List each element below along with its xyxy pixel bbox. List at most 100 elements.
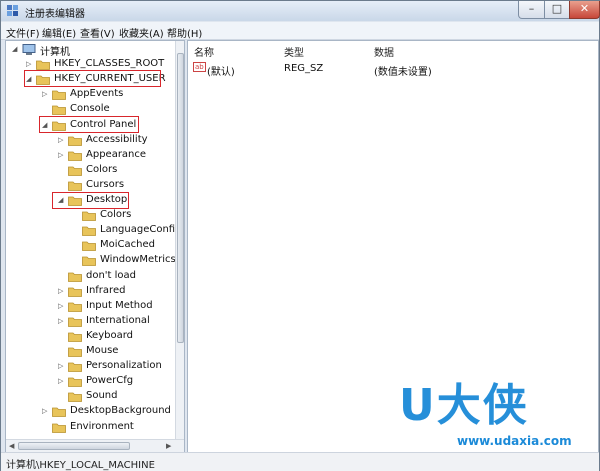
menu-help[interactable]: 帮助(H) [167,25,202,40]
values-list[interactable]: 名称 类型 数据 ab (默认) REG_SZ (数值未设置) [187,40,599,453]
tree-item-desktopbackground[interactable]: ▷ DesktopBackground [42,404,171,419]
tree-item-appearance[interactable]: ▷ Appearance [58,148,171,163]
folder-icon [82,241,96,252]
tree-item-label: Sound [86,390,118,402]
menu-edit[interactable]: 编辑(E) [42,25,76,40]
tree-item-label: WindowMetrics [100,254,176,266]
expand-arrow-icon[interactable]: ▷ [58,287,66,296]
scroll-right-icon[interactable]: ▶ [166,442,171,450]
registry-tree[interactable]: ◢ 计算机 ▷ HKEY_CLASSES_ROOT ◢ HKEY_CURRENT_USER… [5,40,185,453]
tree-item-moicached[interactable]: MoiCached [72,238,171,253]
tree-vertical-scroll-thumb[interactable] [177,53,184,343]
tree-item-label: Accessibility [86,133,148,145]
folder-icon [68,181,82,191]
expand-arrow-icon[interactable]: ▷ [58,377,66,386]
tree-item-label: Input Method [86,299,153,311]
expand-arrow-icon[interactable]: ▷ [26,60,34,69]
tree-item-accessibility[interactable]: ▷ Accessibility [58,133,171,148]
tree-item-windowmetrics[interactable]: WindowMetrics [72,253,176,268]
column-header-type[interactable]: 类型 [284,44,304,59]
folder-icon [52,423,66,433]
folder-icon [68,362,82,372]
folder-icon [68,166,82,176]
no-arrow [42,105,50,114]
folder-icon [68,377,82,388]
tree-item-label: Keyboard [86,329,134,341]
tree-item-label: 计算机 [40,47,70,58]
registry-editor-icon [7,5,18,16]
tree-item-input-method[interactable]: ▷ Input Method [58,299,171,314]
expand-arrow-icon[interactable]: ▷ [58,136,66,145]
tree-item-languageconfig[interactable]: LanguageConfig [72,223,181,238]
highlight-desktop [52,192,129,209]
column-header-name[interactable]: 名称 [194,44,214,59]
minimize-button[interactable]: – [518,1,545,19]
tree-item-cursors[interactable]: Cursors [58,178,171,193]
expand-arrow-icon[interactable]: ▷ [58,317,66,326]
no-arrow [58,347,66,356]
folder-icon [82,256,96,267]
menu-favorites[interactable]: 收藏夹(A) [119,25,164,40]
expand-arrow-icon[interactable]: ▷ [42,90,50,99]
tree-horizontal-scroll-thumb[interactable] [18,442,130,450]
highlight-control-panel [39,116,139,133]
tree-item-label: don't load [86,269,137,281]
no-arrow [58,166,66,175]
tree-item-sound[interactable]: Sound [58,389,171,404]
tree-item-label: PowerCfg [86,375,134,387]
tree-item-label: Colors [100,209,132,221]
computer-icon [22,44,36,55]
scroll-left-icon[interactable]: ◀ [9,442,14,450]
watermark-brand: U大侠 [399,380,529,431]
expand-arrow-icon[interactable]: ▷ [42,407,50,416]
no-arrow [72,256,80,265]
tree-item-colors[interactable]: Colors [58,163,171,178]
tree-item-don-t-load[interactable]: don't load [58,269,171,284]
value-name: (默认) [207,67,235,78]
tree-item-infrared[interactable]: ▷ Infrared [58,284,171,299]
no-arrow [58,332,66,341]
tree-item-international[interactable]: ▷ International [58,314,171,329]
registry-editor-window: 注册表编辑器 – □ ✕ 文件(F) 编辑(E) 查看(V) 收藏夹(A) 帮助… [0,0,600,471]
tree-horizontal-scrollbar[interactable]: ◀ ▶ [6,439,184,452]
tree-item-mouse[interactable]: Mouse [58,344,171,359]
folder-icon [68,136,82,146]
tree-item-environment[interactable]: Environment [42,420,171,435]
no-arrow [58,272,66,281]
title-bar: 注册表编辑器 – □ ✕ [1,1,600,21]
folder-icon [68,302,82,312]
no-arrow [58,181,66,190]
tree-item-label: Mouse [86,345,119,356]
expand-arrow-icon[interactable]: ▷ [58,151,66,160]
tree-item-colors[interactable]: Colors [72,208,171,223]
no-arrow [72,241,80,250]
tree-item-powercfg[interactable]: ▷ PowerCfg [58,374,171,389]
column-header-data[interactable]: 数据 [374,44,394,59]
menu-view[interactable]: 查看(V) [80,25,115,40]
tree-item-label: LanguageConfig [100,224,182,236]
maximize-button[interactable]: □ [544,1,570,19]
tree-item-personalization[interactable]: ▷ Personalization [58,359,171,374]
folder-icon [68,317,82,327]
folder-icon [82,211,96,221]
menu-file[interactable]: 文件(F) [6,25,40,40]
folder-icon [52,90,66,101]
tree-item-computer[interactable]: ◢ 计算机 [12,42,171,58]
tree-vertical-scrollbar[interactable] [175,41,184,439]
tree-item-appevents[interactable]: ▷ AppEvents [42,87,171,102]
expand-arrow-icon[interactable]: ▷ [58,302,66,311]
tree-item-label: Cursors [86,178,125,190]
collapse-arrow-icon[interactable]: ◢ [12,45,20,54]
status-path: 计算机\HKEY_LOCAL_MACHINE [6,460,155,471]
expand-arrow-icon[interactable]: ▷ [58,362,66,371]
folder-icon [36,60,50,70]
string-value-icon: ab [193,62,206,72]
folder-icon [68,272,82,282]
watermark-url: www.udaxia.com [457,434,572,448]
close-button[interactable]: ✕ [569,1,600,19]
folder-icon [52,407,66,418]
no-arrow [58,392,66,401]
menu-bar: 文件(F) 编辑(E) 查看(V) 收藏夹(A) 帮助(H) [1,22,599,40]
tree-item-keyboard[interactable]: Keyboard [58,329,171,344]
folder-icon [68,287,82,297]
